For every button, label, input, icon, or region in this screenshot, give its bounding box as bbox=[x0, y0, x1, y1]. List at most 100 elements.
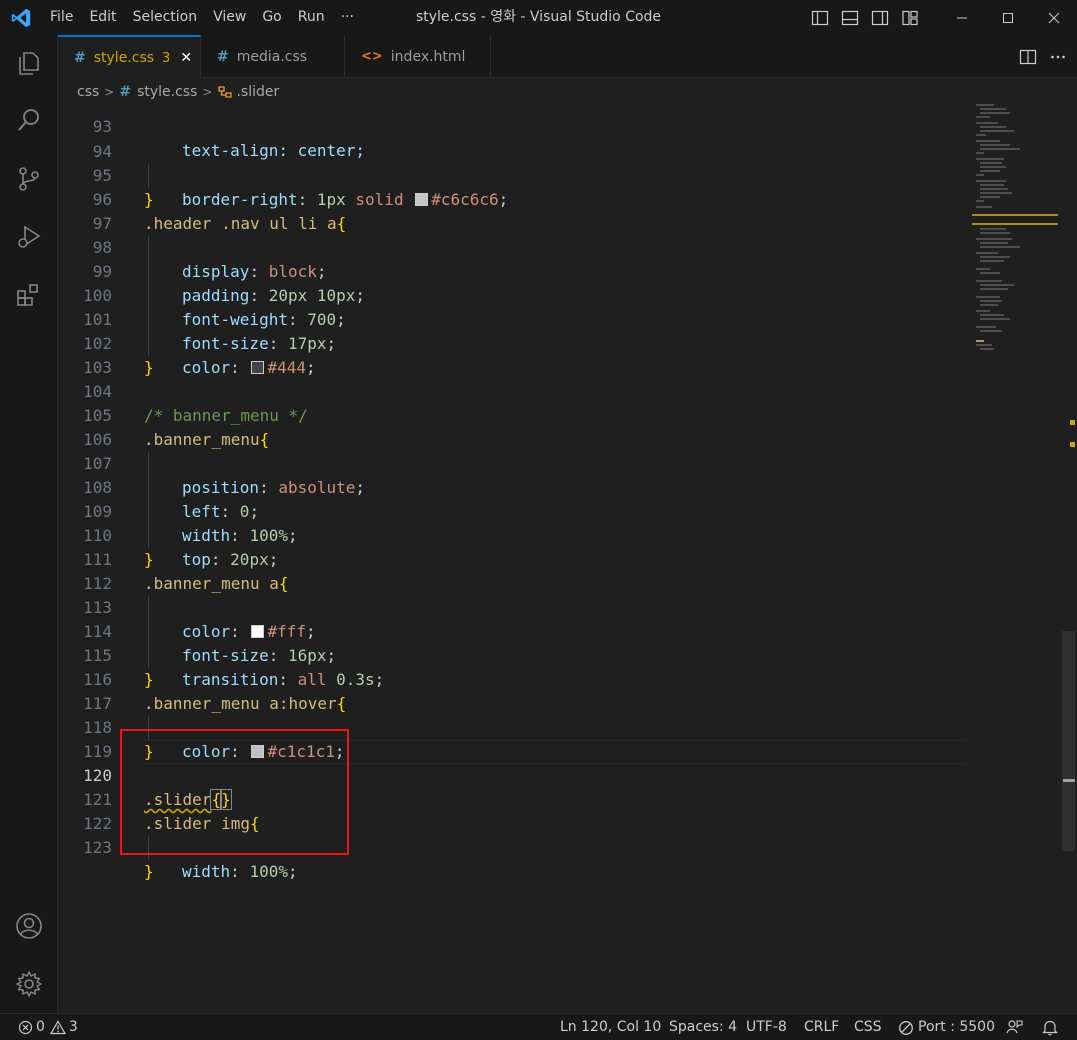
source-control-button[interactable] bbox=[0, 155, 58, 203]
toggle-panel-button[interactable] bbox=[835, 0, 865, 35]
menu-file[interactable]: File bbox=[42, 0, 81, 35]
code-line: 96 .header .nav ul li a{ bbox=[58, 164, 1058, 233]
maximize-icon bbox=[1003, 12, 1013, 23]
notifications-button[interactable] bbox=[1042, 1014, 1058, 1040]
menu-run[interactable]: Run bbox=[290, 0, 333, 35]
tab-media-css[interactable]: # media.css bbox=[201, 35, 345, 78]
toggle-secondary-sidebar-button[interactable] bbox=[865, 0, 895, 35]
port-label: Port : 5500 bbox=[918, 1019, 995, 1035]
code-line: 103 bbox=[58, 332, 1058, 377]
run-debug-icon bbox=[18, 225, 41, 248]
cursor-position[interactable]: Ln 120, Col 10 bbox=[560, 1014, 661, 1040]
encoding-status[interactable]: UTF-8 bbox=[746, 1014, 787, 1040]
eol-status[interactable]: CRLF bbox=[804, 1014, 839, 1040]
minimap[interactable] bbox=[972, 104, 1062, 364]
code-line: 93 text-align: center; bbox=[58, 104, 1058, 160]
status-bar: 0 3 Ln 120, Col 10 Spaces: 4 UTF-8 CRLF … bbox=[0, 1013, 1077, 1040]
error-count: 0 bbox=[36, 1019, 45, 1035]
more-actions-button[interactable] bbox=[1043, 35, 1073, 78]
account-icon bbox=[16, 913, 42, 939]
chevron-right-icon: > bbox=[202, 84, 213, 99]
activity-bar bbox=[0, 35, 58, 1013]
toggle-primary-sidebar-button[interactable] bbox=[805, 0, 835, 35]
person-feedback-icon bbox=[1006, 1020, 1023, 1034]
run-debug-button[interactable] bbox=[0, 213, 58, 261]
breadcrumb-folder[interactable]: css bbox=[77, 84, 99, 100]
css-property: width bbox=[182, 862, 231, 881]
feedback-button[interactable] bbox=[1006, 1014, 1023, 1040]
problems-status[interactable]: 0 3 bbox=[18, 1014, 78, 1040]
vscode-logo-icon[interactable] bbox=[10, 7, 32, 29]
code-line: 115 } bbox=[58, 620, 1058, 689]
menu-edit[interactable]: Edit bbox=[81, 0, 124, 35]
code-line: 98 padding: 20px 10px; bbox=[58, 212, 1058, 305]
menu-go[interactable]: Go bbox=[254, 0, 289, 35]
overview-ruler-cursor bbox=[1063, 779, 1075, 782]
code-line: 100 font-size: 17px; bbox=[58, 260, 1058, 353]
language-mode[interactable]: CSS bbox=[854, 1014, 882, 1040]
chevron-right-icon: > bbox=[104, 84, 115, 99]
sidebar-left-icon bbox=[811, 10, 829, 25]
tab-style-css[interactable]: # style.css 3 ✕ bbox=[58, 35, 201, 79]
panel-bottom-icon bbox=[841, 10, 859, 25]
minimize-icon bbox=[957, 17, 967, 18]
code-line: 102 } bbox=[58, 308, 1058, 377]
code-line: 101 color: #444; bbox=[58, 284, 1058, 377]
html-file-icon: <> bbox=[361, 49, 383, 64]
ellipsis-icon bbox=[1051, 55, 1065, 58]
code-line: 95 } bbox=[58, 140, 1058, 209]
tab-close-icon[interactable]: ✕ bbox=[180, 50, 192, 66]
tab-label: index.html bbox=[390, 48, 466, 65]
menu-view[interactable]: View bbox=[205, 0, 254, 35]
code-line: 112 color: #fff; bbox=[58, 548, 1058, 641]
breadcrumb-file[interactable]: style.css bbox=[137, 84, 197, 100]
overview-ruler-warning bbox=[1070, 420, 1075, 425]
maximize-button[interactable] bbox=[985, 0, 1031, 35]
code-editor[interactable]: 93 text-align: center; 94 border-right: … bbox=[58, 104, 1077, 1013]
css-file-icon: # bbox=[119, 83, 132, 100]
extensions-button[interactable] bbox=[0, 271, 58, 319]
tab-label: style.css bbox=[93, 50, 155, 66]
menu-selection[interactable]: Selection bbox=[125, 0, 206, 35]
customize-layout-button[interactable] bbox=[895, 0, 925, 35]
editor-tab-bar: # style.css 3 ✕ # media.css <> index.htm… bbox=[58, 35, 1077, 79]
indentation-status[interactable]: Spaces: 4 bbox=[669, 1014, 737, 1040]
accounts-button[interactable] bbox=[0, 902, 58, 950]
error-icon bbox=[18, 1020, 33, 1035]
code-line: 116 .banner_menu a:hover{ bbox=[58, 644, 1058, 713]
gear-icon bbox=[16, 971, 42, 997]
overview-ruler-warning bbox=[1070, 442, 1075, 447]
menu-bar: File Edit Selection View Go Run ··· bbox=[42, 0, 362, 35]
problems-badge: 3 bbox=[162, 50, 171, 66]
minimize-button[interactable] bbox=[939, 0, 985, 35]
menu-more[interactable]: ··· bbox=[333, 0, 362, 35]
files-icon bbox=[19, 52, 39, 75]
symbol-class-icon bbox=[218, 85, 233, 98]
warning-icon bbox=[49, 1020, 66, 1035]
vertical-scrollbar-thumb[interactable] bbox=[1062, 631, 1075, 851]
prohibited-icon bbox=[899, 1020, 913, 1035]
tab-index-html[interactable]: <> index.html bbox=[345, 35, 491, 78]
code-line: 104 /* banner_menu */ bbox=[58, 356, 1058, 425]
breadcrumb: css > # style.css > .slider bbox=[58, 79, 1077, 104]
line-number: 123 bbox=[83, 838, 112, 857]
manage-button[interactable] bbox=[0, 960, 58, 1008]
split-editor-button[interactable] bbox=[1013, 35, 1043, 78]
live-server-status[interactable]: Port : 5500 bbox=[898, 1014, 995, 1040]
title-bar: File Edit Selection View Go Run ··· styl… bbox=[0, 0, 1077, 35]
code-line: 109 top: 20px; bbox=[58, 476, 1058, 569]
explorer-button[interactable] bbox=[0, 39, 58, 87]
code-line: 113 font-size: 16px; bbox=[58, 572, 1058, 665]
search-button[interactable] bbox=[0, 96, 58, 144]
close-icon bbox=[1048, 12, 1060, 23]
red-annotation-box bbox=[120, 729, 349, 855]
close-window-button[interactable] bbox=[1031, 0, 1077, 35]
code-line: 114 transition: all 0.3s; bbox=[58, 596, 1058, 689]
title-controls bbox=[805, 0, 1077, 35]
code-line: 107 left: 0; bbox=[58, 428, 1058, 521]
code-line: 118 } bbox=[58, 692, 1058, 761]
code-line: 106 position: absolute; bbox=[58, 404, 1058, 497]
layout-grid-icon bbox=[902, 10, 918, 25]
breadcrumb-symbol[interactable]: .slider bbox=[236, 84, 279, 100]
tab-label: media.css bbox=[236, 48, 308, 65]
